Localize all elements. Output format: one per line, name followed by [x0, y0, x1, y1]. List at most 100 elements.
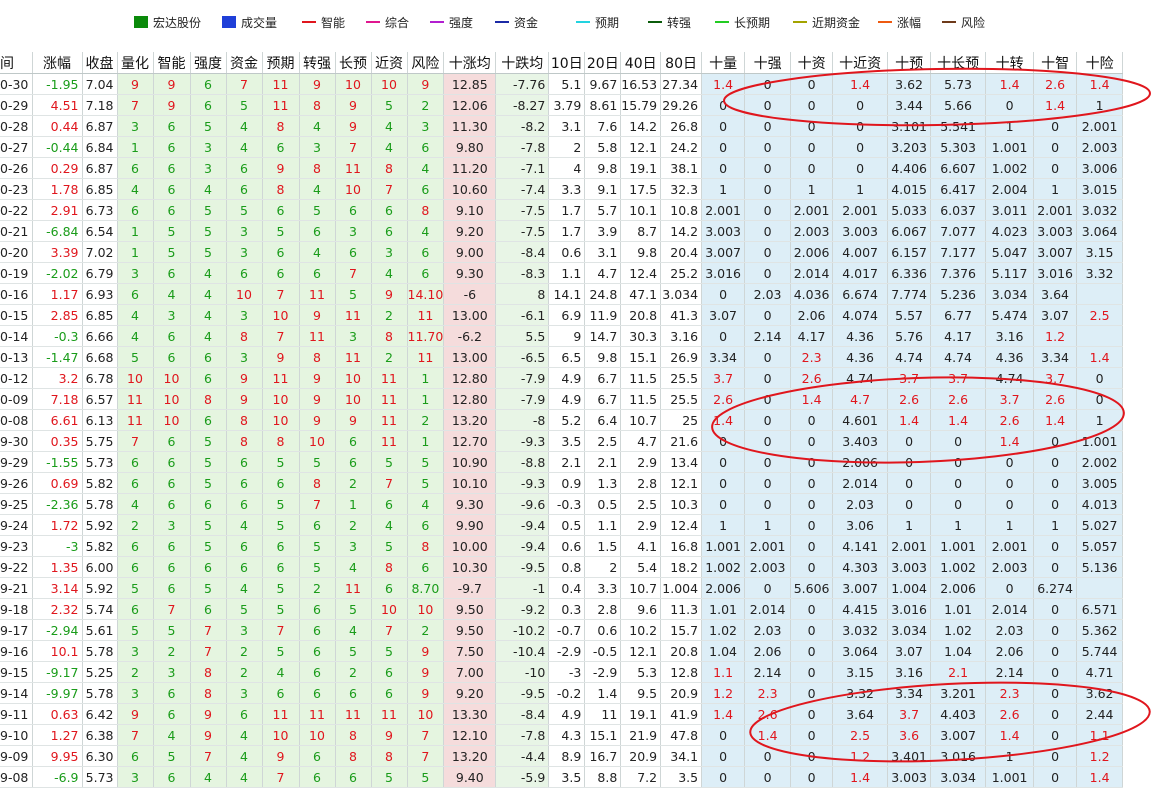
table-cell: 9	[299, 73, 336, 95]
table-row[interactable]: 0-14 -0.3 6.66 4 6 4 8 7 11 3 8 11.70 -6.2 5.5 9 14.7 30…	[0, 325, 1124, 347]
column-header[interactable]: 近资	[371, 52, 408, 74]
column-header[interactable]: 20日	[584, 52, 622, 74]
column-header[interactable]: 十转	[985, 52, 1035, 74]
table-cell: 0	[790, 598, 834, 620]
table-cell: 6	[299, 766, 336, 788]
table-cell: 0	[930, 430, 987, 452]
column-header[interactable]: 风险	[407, 52, 445, 74]
table-cell: 1.1	[584, 514, 622, 536]
table-row[interactable]: 9-15 -9.17 5.25 2 3 8 2 4 6 2 6 9 7.00 -10 -3 -2.9 5.3 12…	[0, 661, 1124, 683]
table-row[interactable]: 0-21 -6.84 6.54 1 5 5 3 5 6 3 6 4 9.20 -7.5 1.7 3.9 8.7 1…	[0, 220, 1124, 242]
column-header[interactable]: 十智	[1033, 52, 1078, 74]
table-row[interactable]: 9-11 0.63 6.42 9 6 9 6 11 11 11 11 10 13.30 -8.4 4.9 11…	[0, 703, 1124, 725]
table-row[interactable]: 0-16 1.17 6.93 6 4 4 10 7 11 5 9 14.10 -6 8 14.1 24.8 47…	[0, 283, 1124, 305]
column-header[interactable]: 资金	[226, 52, 263, 74]
table-row[interactable]: 0-23 1.78 6.85 4 6 4 6 8 4 10 7 6 10.60 -7.4 3.3 9.1 17.…	[0, 178, 1124, 200]
table-cell: 0	[701, 136, 746, 158]
table-row[interactable]: 0-27 -0.44 6.84 1 6 3 4 6 3 7 4 6 9.80 -7.8 2 5.8 12.1 24…	[0, 136, 1124, 158]
table-row[interactable]: 9-17 -2.94 5.61 5 5 7 3 7 6 4 7 2 9.50 -10.2 -0.7 0.6 10…	[0, 619, 1124, 641]
table-row[interactable]: 0-13 -1.47 6.68 5 6 6 3 9 8 11 2 11 13.00 -6.5 6.5 9.8 1…	[0, 346, 1124, 368]
table-row[interactable]: 9-22 1.35 6.00 6 6 6 6 6 5 4 8 6 10.30 -9.5 0.8 2 5.4 18.…	[0, 556, 1124, 578]
table-cell: 0	[1033, 619, 1078, 641]
column-header[interactable]: 十涨均	[443, 52, 497, 74]
table-row[interactable]: 9-16 10.1 5.78 3 2 7 2 5 6 5 5 9 7.50 -10.4 -2.9 -0.5 12…	[0, 640, 1124, 662]
table-cell: 0	[790, 703, 834, 725]
table-cell: 0	[790, 94, 834, 116]
table-cell: -9.5	[495, 556, 550, 578]
table-cell: 6.417	[930, 178, 987, 200]
table-cell: 0	[790, 157, 834, 179]
table-cell: 0	[1033, 136, 1078, 158]
column-header[interactable]: 转强	[299, 52, 336, 74]
table-row[interactable]: 0-19 -2.02 6.79 3 6 4 6 6 6 7 4 6 9.30 -8.3 1.1 4.7 12.4…	[0, 262, 1124, 284]
table-cell: 17.5	[620, 178, 662, 200]
table-row[interactable]: 9-14 -9.97 5.78 3 6 8 3 6 6 6 6 9 9.20 -9.5 -0.2 1.4 9.5…	[0, 682, 1124, 704]
column-header[interactable]: 十近资	[832, 52, 889, 74]
column-header[interactable]: 间	[0, 52, 33, 74]
column-header[interactable]: 十强	[744, 52, 792, 74]
table-cell: 0	[701, 94, 746, 116]
column-header[interactable]: 收盘	[82, 52, 118, 74]
column-header[interactable]: 十预	[887, 52, 932, 74]
table-row[interactable]: 0-22 2.91 6.73 6 6 5 5 6 5 6 6 8 9.10 -7.5 1.7 5.7 10.1 1…	[0, 199, 1124, 221]
column-header[interactable]: 十险	[1076, 52, 1124, 74]
column-header[interactable]: 十资	[790, 52, 834, 74]
column-header[interactable]: 十跌均	[495, 52, 550, 74]
table-cell: 9	[407, 73, 445, 95]
legend-label: 强度	[449, 15, 474, 30]
table-cell: 3.07	[701, 304, 746, 326]
table-row[interactable]: 0-08 6.61 6.13 11 10 6 8 10 9 9 11 2 13.20 -8 5.2 6.4 10…	[0, 409, 1124, 431]
table-cell: 1.1	[548, 262, 586, 284]
table-row[interactable]: 9-25 -2.36 5.78 4 6 6 6 5 7 1 6 4 9.30 -9.6 -0.3 0.5 2.5…	[0, 493, 1124, 515]
table-row[interactable]: 0-30 -1.95 7.04 9 9 6 7 11 9 10 10 9 12.85 -7.76 5.1 9.…	[0, 73, 1124, 95]
table-cell: -6.2	[443, 325, 497, 347]
column-header[interactable]: 10日	[548, 52, 586, 74]
table-row[interactable]: 9-21 3.14 5.92 5 6 5 4 5 2 11 6 8.70 -9.7 -1 0.4 3.3 10.…	[0, 577, 1124, 599]
table-row[interactable]: 0-09 7.18 6.57 11 10 8 9 10 9 10 11 1 12.80 -7.9 4.9 6.…	[0, 388, 1124, 410]
table-cell: 5.66	[930, 94, 987, 116]
table-row[interactable]: 0-20 3.39 7.02 1 5 5 3 6 4 6 3 6 9.00 -8.4 0.6 3.1 9.8 20…	[0, 241, 1124, 263]
column-header[interactable]: 十量	[701, 52, 746, 74]
table-cell: 16.53	[620, 73, 662, 95]
table-row[interactable]: 0-15 2.85 6.85 4 3 4 3 10 9 11 2 11 13.00 -6.1 6.9 11.9…	[0, 304, 1124, 326]
table-row[interactable]: 9-29 -1.55 5.73 6 6 5 6 5 5 6 5 5 10.90 -8.8 2.1 2.1 2.9…	[0, 451, 1124, 473]
table-cell: 6	[299, 640, 336, 662]
table-cell: 9.90	[443, 514, 497, 536]
table-cell: 1.7	[548, 220, 586, 242]
table-row[interactable]: 0-29 4.51 7.18 7 9 6 5 11 8 9 5 2 12.06 -8.27 3.79 8.61…	[0, 94, 1124, 116]
table-cell: 1.4	[744, 724, 792, 746]
column-header[interactable]: 量化	[117, 52, 154, 74]
column-header[interactable]: 涨幅	[32, 52, 83, 74]
table-cell: -7.5	[495, 199, 550, 221]
table-cell: 9.8	[584, 346, 622, 368]
table-row[interactable]: 9-10 1.27 6.38 7 4 9 4 10 10 8 9 7 12.10 -7.8 4.3 15.1 2…	[0, 724, 1124, 746]
table-row[interactable]: 9-08 -6.9 5.73 3 6 4 4 7 6 6 5 5 9.40 -5.9 3.5 8.8 7.2 3.…	[0, 766, 1124, 788]
table-row[interactable]: 9-30 0.35 5.75 7 6 5 8 8 10 6 11 1 12.70 -9.3 3.5 2.5 4.…	[0, 430, 1124, 452]
column-header[interactable]: 十长预	[930, 52, 987, 74]
table-row[interactable]: 0-28 0.44 6.87 3 6 5 4 8 4 9 4 3 11.30 -8.2 3.1 7.6 14.2…	[0, 115, 1124, 137]
legend-label: 成交量	[241, 15, 278, 30]
table-row[interactable]: 0-12 3.2 6.78 10 10 6 9 11 9 10 11 1 12.80 -7.9 4.9 6.7…	[0, 367, 1124, 389]
table-row[interactable]: 9-18 2.32 5.74 6 7 6 5 5 6 5 10 10 9.50 -9.2 0.3 2.8 9.6…	[0, 598, 1124, 620]
table-row[interactable]: 9-24 1.72 5.92 2 3 5 4 5 6 2 4 6 9.90 -9.4 0.5 1.1 2.9 12…	[0, 514, 1124, 536]
table-row[interactable]: 9-23 -3 5.82 6 6 5 6 6 5 3 5 8 10.00 -9.4 0.6 1.5 4.1 16.…	[0, 535, 1124, 557]
column-header[interactable]: 预期	[262, 52, 300, 74]
table-cell: 0	[744, 262, 792, 284]
table-cell: 1.4	[985, 430, 1035, 452]
table-cell: 6	[153, 262, 191, 284]
table-row[interactable]: 9-09 9.95 6.30 6 5 7 4 9 6 8 8 7 13.20 -4.4 8.9 16.7 20.…	[0, 745, 1124, 767]
column-header[interactable]: 强度	[190, 52, 227, 74]
table-cell: 2.3	[985, 682, 1035, 704]
table-cell: 9	[190, 724, 227, 746]
table-cell: 4	[407, 157, 445, 179]
column-header[interactable]: 80日	[660, 52, 703, 74]
table-cell: 8	[226, 430, 263, 452]
column-header[interactable]: 40日	[620, 52, 662, 74]
table-cell: 2	[335, 514, 372, 536]
table-row[interactable]: 0-26 0.29 6.87 6 6 3 6 9 8 11 8 4 11.20 -7.1 4 9.8 19.1 3…	[0, 157, 1124, 179]
table-cell: 0	[744, 199, 792, 221]
column-header[interactable]: 智能	[153, 52, 191, 74]
table-row[interactable]: 9-26 0.69 5.82 6 6 5 6 6 8 2 7 5 10.10 -9.3 0.9 1.3 2.8 1…	[0, 472, 1124, 494]
table-cell: 6.5	[548, 346, 586, 368]
column-header[interactable]: 长预	[335, 52, 372, 74]
